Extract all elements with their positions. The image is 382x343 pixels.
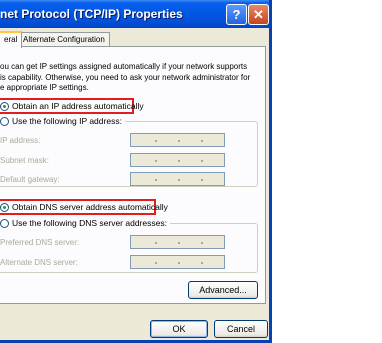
tab-general[interactable]: eral (0, 31, 23, 48)
radio-button (0, 218, 9, 228)
ip-octet-separator (155, 140, 157, 142)
window-title: net Protocol (TCP/IP) Properties (0, 7, 183, 21)
cancel-button[interactable]: Cancel (214, 320, 268, 338)
use-following-dns-label: Use the following DNS server addresses: (12, 218, 167, 228)
radio-button-checked (0, 202, 9, 212)
ip-octet-separator (178, 242, 180, 244)
preferred-dns-label: Preferred DNS server: (0, 238, 80, 247)
tab-alternate-configuration[interactable]: Alternate Configuration (18, 32, 110, 47)
ok-button[interactable]: OK (150, 320, 208, 338)
ip-octet-separator (201, 262, 203, 264)
ip-octet-separator (201, 140, 203, 142)
help-icon: ? (232, 7, 241, 22)
preferred-dns-field[interactable] (130, 235, 225, 249)
ip-octet-separator (178, 160, 180, 162)
ip-octet-separator (201, 179, 203, 181)
ip-octet-separator (155, 179, 157, 181)
ip-address-field[interactable] (130, 133, 225, 147)
subnet-mask-label: Subnet mask: (0, 156, 49, 165)
obtain-dns-auto-radio[interactable]: Obtain DNS server address automatically (0, 201, 168, 213)
ip-octet-separator (155, 242, 157, 244)
ip-octet-separator (155, 160, 157, 162)
default-gateway-field[interactable] (130, 172, 225, 186)
default-gateway-label: Default gateway: (0, 175, 60, 184)
radio-button-checked (0, 101, 9, 111)
intro-line: ou can get IP settings assigned automati… (0, 62, 248, 71)
ip-octet-separator (201, 242, 203, 244)
ip-octet-separator (201, 160, 203, 162)
intro-text: ou can get IP settings assigned automati… (0, 62, 262, 94)
subnet-mask-field[interactable] (130, 153, 225, 167)
ip-address-label: IP address: (0, 136, 41, 145)
obtain-ip-auto-label: Obtain an IP address automatically (12, 101, 144, 111)
ip-octet-separator (178, 140, 180, 142)
ip-octet-separator (178, 179, 180, 181)
ip-octet-separator (155, 262, 157, 264)
intro-line: e appropriate IP settings. (0, 83, 89, 92)
use-following-ip-label: Use the following IP address: (12, 116, 122, 126)
alternate-dns-field[interactable] (130, 255, 225, 269)
close-icon: ✕ (253, 6, 264, 22)
help-button[interactable]: ? (226, 4, 247, 25)
alternate-dns-label: Alternate DNS server: (0, 258, 78, 267)
ip-octet-separator (178, 262, 180, 264)
intro-line: is capability. Otherwise, you need to as… (0, 72, 251, 82)
tcpip-properties-dialog: net Protocol (TCP/IP) Properties ? ✕ era… (0, 0, 272, 343)
radio-button (0, 116, 9, 126)
tab-strip: eral Alternate Configuration (0, 31, 269, 48)
obtain-ip-auto-radio[interactable]: Obtain an IP address automatically (0, 100, 144, 112)
title-bar[interactable]: net Protocol (TCP/IP) Properties ? ✕ (0, 0, 269, 28)
obtain-dns-auto-label: Obtain DNS server address automatically (12, 202, 168, 212)
use-following-ip-radio[interactable]: Use the following IP address: (0, 115, 125, 127)
advanced-button[interactable]: Advanced... (188, 281, 258, 299)
use-following-dns-radio[interactable]: Use the following DNS server addresses: (0, 217, 170, 229)
close-button[interactable]: ✕ (248, 4, 269, 25)
